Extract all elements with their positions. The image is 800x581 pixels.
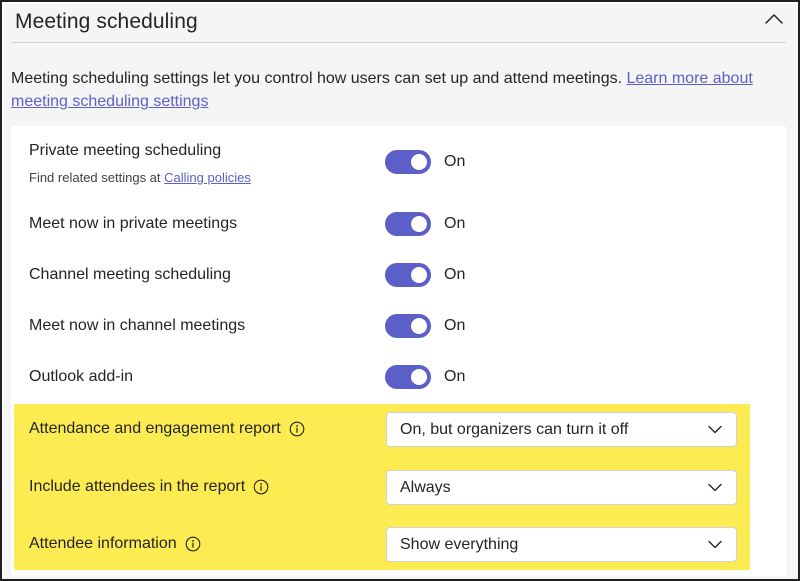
attendee-information-dropdown[interactable]: Show everything <box>386 527 737 562</box>
toggle-knob <box>411 318 427 334</box>
channel-meeting-scheduling-label: Channel meeting scheduling <box>29 266 231 283</box>
meet-now-private-state: On <box>444 215 466 232</box>
related-settings-note: Find related settings at Calling policie… <box>29 170 251 185</box>
include-attendees-label-row: Include attendees in the report <box>29 478 269 496</box>
channel-meeting-scheduling-toggle[interactable] <box>385 263 431 287</box>
section-description: Meeting scheduling settings let you cont… <box>11 67 781 113</box>
collapse-section-button[interactable] <box>762 10 786 28</box>
attendee-information-value: Show everything <box>400 535 519 553</box>
private-meeting-scheduling-label: Private meeting scheduling <box>29 142 222 159</box>
meet-now-private-toggle[interactable] <box>385 212 431 236</box>
attendance-report-label: Attendance and engagement report <box>29 420 281 437</box>
attendee-information-label: Attendee information <box>29 535 177 552</box>
chevron-up-icon <box>765 14 783 24</box>
info-icon[interactable] <box>253 479 269 495</box>
chevron-down-icon <box>708 425 722 434</box>
attendee-information-label-row: Attendee information <box>29 535 201 553</box>
attendance-report-label-row: Attendance and engagement report <box>29 420 305 438</box>
chevron-down-icon <box>708 483 722 492</box>
outlook-add-in-label: Outlook add-in <box>29 368 134 385</box>
private-meeting-scheduling-toggle[interactable] <box>385 150 431 174</box>
related-settings-text: Find related settings at <box>29 170 165 185</box>
section-title: Meeting scheduling <box>15 10 198 33</box>
toggle-knob <box>411 267 427 283</box>
meet-now-channel-label: Meet now in channel meetings <box>29 317 246 334</box>
description-text: Meeting scheduling settings let you cont… <box>11 70 627 87</box>
meet-now-channel-state: On <box>444 317 466 334</box>
info-icon[interactable] <box>289 421 305 437</box>
chevron-down-icon <box>708 540 722 549</box>
header-divider <box>11 42 786 43</box>
meet-now-channel-toggle[interactable] <box>385 314 431 338</box>
toggle-knob <box>411 369 427 385</box>
toggle-knob <box>411 216 427 232</box>
calling-policies-link[interactable]: Calling policies <box>164 170 251 185</box>
meet-now-private-label: Meet now in private meetings <box>29 215 238 232</box>
attendance-report-dropdown[interactable]: On, but organizers can turn it off <box>386 412 737 447</box>
include-attendees-dropdown[interactable]: Always <box>386 470 737 505</box>
channel-meeting-scheduling-state: On <box>444 266 466 283</box>
include-attendees-value: Always <box>400 478 451 496</box>
include-attendees-label: Include attendees in the report <box>29 478 246 495</box>
outlook-add-in-state: On <box>444 368 466 385</box>
private-meeting-scheduling-state: On <box>444 153 466 170</box>
attendance-report-value: On, but organizers can turn it off <box>400 420 629 438</box>
info-icon[interactable] <box>185 536 201 552</box>
outlook-add-in-toggle[interactable] <box>385 365 431 389</box>
toggle-knob <box>411 154 427 170</box>
